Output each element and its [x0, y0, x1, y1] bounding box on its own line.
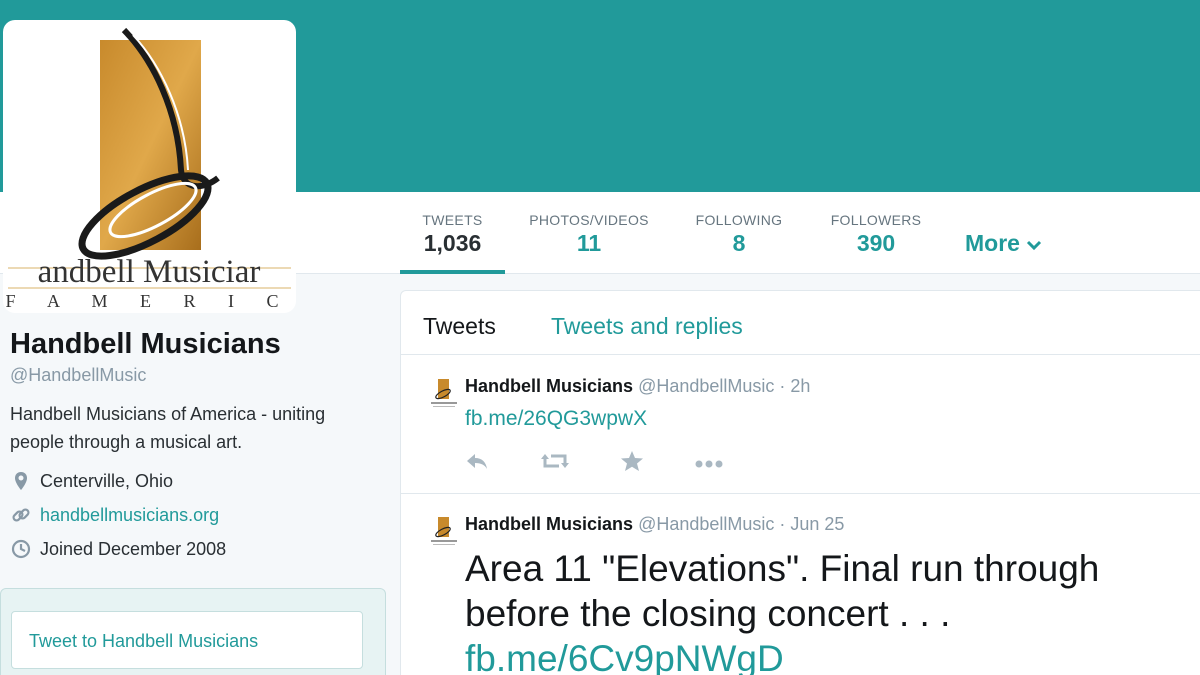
tweet-header: Handbell Musicians @HandbellMusic · 2h [465, 376, 810, 397]
stat-photos-videos[interactable]: PHOTOS/VIDEOS 11 [515, 212, 663, 258]
more-label: More [965, 230, 1020, 256]
stat-value: 390 [856, 230, 896, 256]
stream-tabs: Tweets Tweets and replies [401, 291, 1200, 355]
more-button[interactable]: More [965, 230, 1042, 257]
tweet-to-box: Tweet to Handbell Musicians [0, 588, 386, 675]
tweet-author-name[interactable]: Handbell Musicians [465, 376, 633, 396]
stat-tweets[interactable]: TWEETS 1,036 [400, 212, 505, 274]
reply-icon[interactable] [465, 452, 489, 475]
location-text: Centerville, Ohio [40, 470, 174, 491]
profile-avatar[interactable]: andbell Musiciar F A M E R I C [3, 20, 296, 313]
logo-text: andbell Musiciar [38, 254, 261, 290]
retweet-icon[interactable] [541, 452, 569, 475]
stat-label: FOLLOWING [695, 212, 783, 228]
stat-label: TWEETS [422, 212, 483, 228]
profile-name[interactable]: Handbell Musicians [10, 328, 281, 361]
tab-tweets-and-replies[interactable]: Tweets and replies [551, 313, 743, 340]
profile-joined: Joined December 2008 [10, 538, 226, 560]
tweet-text: Area 11 "Elevations". Final run through … [465, 546, 1125, 675]
logo-subtext: F A M E R I C [5, 291, 292, 311]
tab-tweets[interactable]: Tweets [423, 313, 496, 340]
tweet-header: Handbell Musicians @HandbellMusic · Jun … [465, 514, 844, 535]
tweet-avatar[interactable] [427, 514, 461, 548]
stat-value: 1,036 [423, 230, 482, 256]
tweet-actions [465, 451, 775, 476]
stat-value: 8 [732, 230, 746, 256]
tweet-author-handle[interactable]: @HandbellMusic [638, 376, 774, 396]
stat-value: 11 [576, 230, 602, 256]
more-dots-icon[interactable] [695, 455, 723, 473]
tweet-author-handle[interactable]: @HandbellMusic [638, 514, 774, 534]
tweet-avatar[interactable] [427, 376, 461, 410]
tweet-timestamp[interactable]: · 2h [779, 376, 810, 396]
url-link[interactable]: handbellmusicians.org [40, 505, 219, 526]
chevron-down-icon [1027, 240, 1042, 251]
location-pin-icon [15, 472, 27, 490]
profile-bio: Handbell Musicians of America - uniting … [10, 404, 326, 452]
tweet-to-button[interactable]: Tweet to Handbell Musicians [11, 611, 363, 669]
favorite-icon[interactable] [621, 451, 643, 476]
tweet-link[interactable]: fb.me/6Cv9pNWgD [465, 638, 784, 675]
profile-url: handbellmusicians.org [10, 504, 219, 526]
tweet-text-body: Area 11 "Elevations". Final run through … [465, 548, 1100, 634]
calendar-icon [11, 539, 31, 559]
tweet-stream: Tweets Tweets and replies Handbell Music… [400, 290, 1200, 675]
stat-following[interactable]: FOLLOWING 8 [683, 212, 795, 258]
tweet-author-name[interactable]: Handbell Musicians [465, 514, 633, 534]
joined-text: Joined December 2008 [40, 538, 227, 559]
tweet-timestamp[interactable]: · Jun 25 [779, 514, 844, 534]
stat-label: FOLLOWERS [830, 212, 922, 228]
stat-label: PHOTOS/VIDEOS [529, 212, 649, 228]
stat-followers[interactable]: FOLLOWERS 390 [820, 212, 932, 258]
handbell-logo: andbell Musiciar F A M E R I C [5, 27, 292, 311]
tweet-link[interactable]: fb.me/26QG3wpwX [465, 407, 647, 431]
tweet-item[interactable]: Handbell Musicians @HandbellMusic · Jun … [401, 494, 1200, 675]
link-icon [12, 508, 30, 522]
tweet-item[interactable]: Handbell Musicians @HandbellMusic · 2h f… [401, 356, 1200, 494]
profile-location: Centerville, Ohio [10, 470, 173, 492]
profile-handle[interactable]: @HandbellMusic [10, 365, 146, 386]
